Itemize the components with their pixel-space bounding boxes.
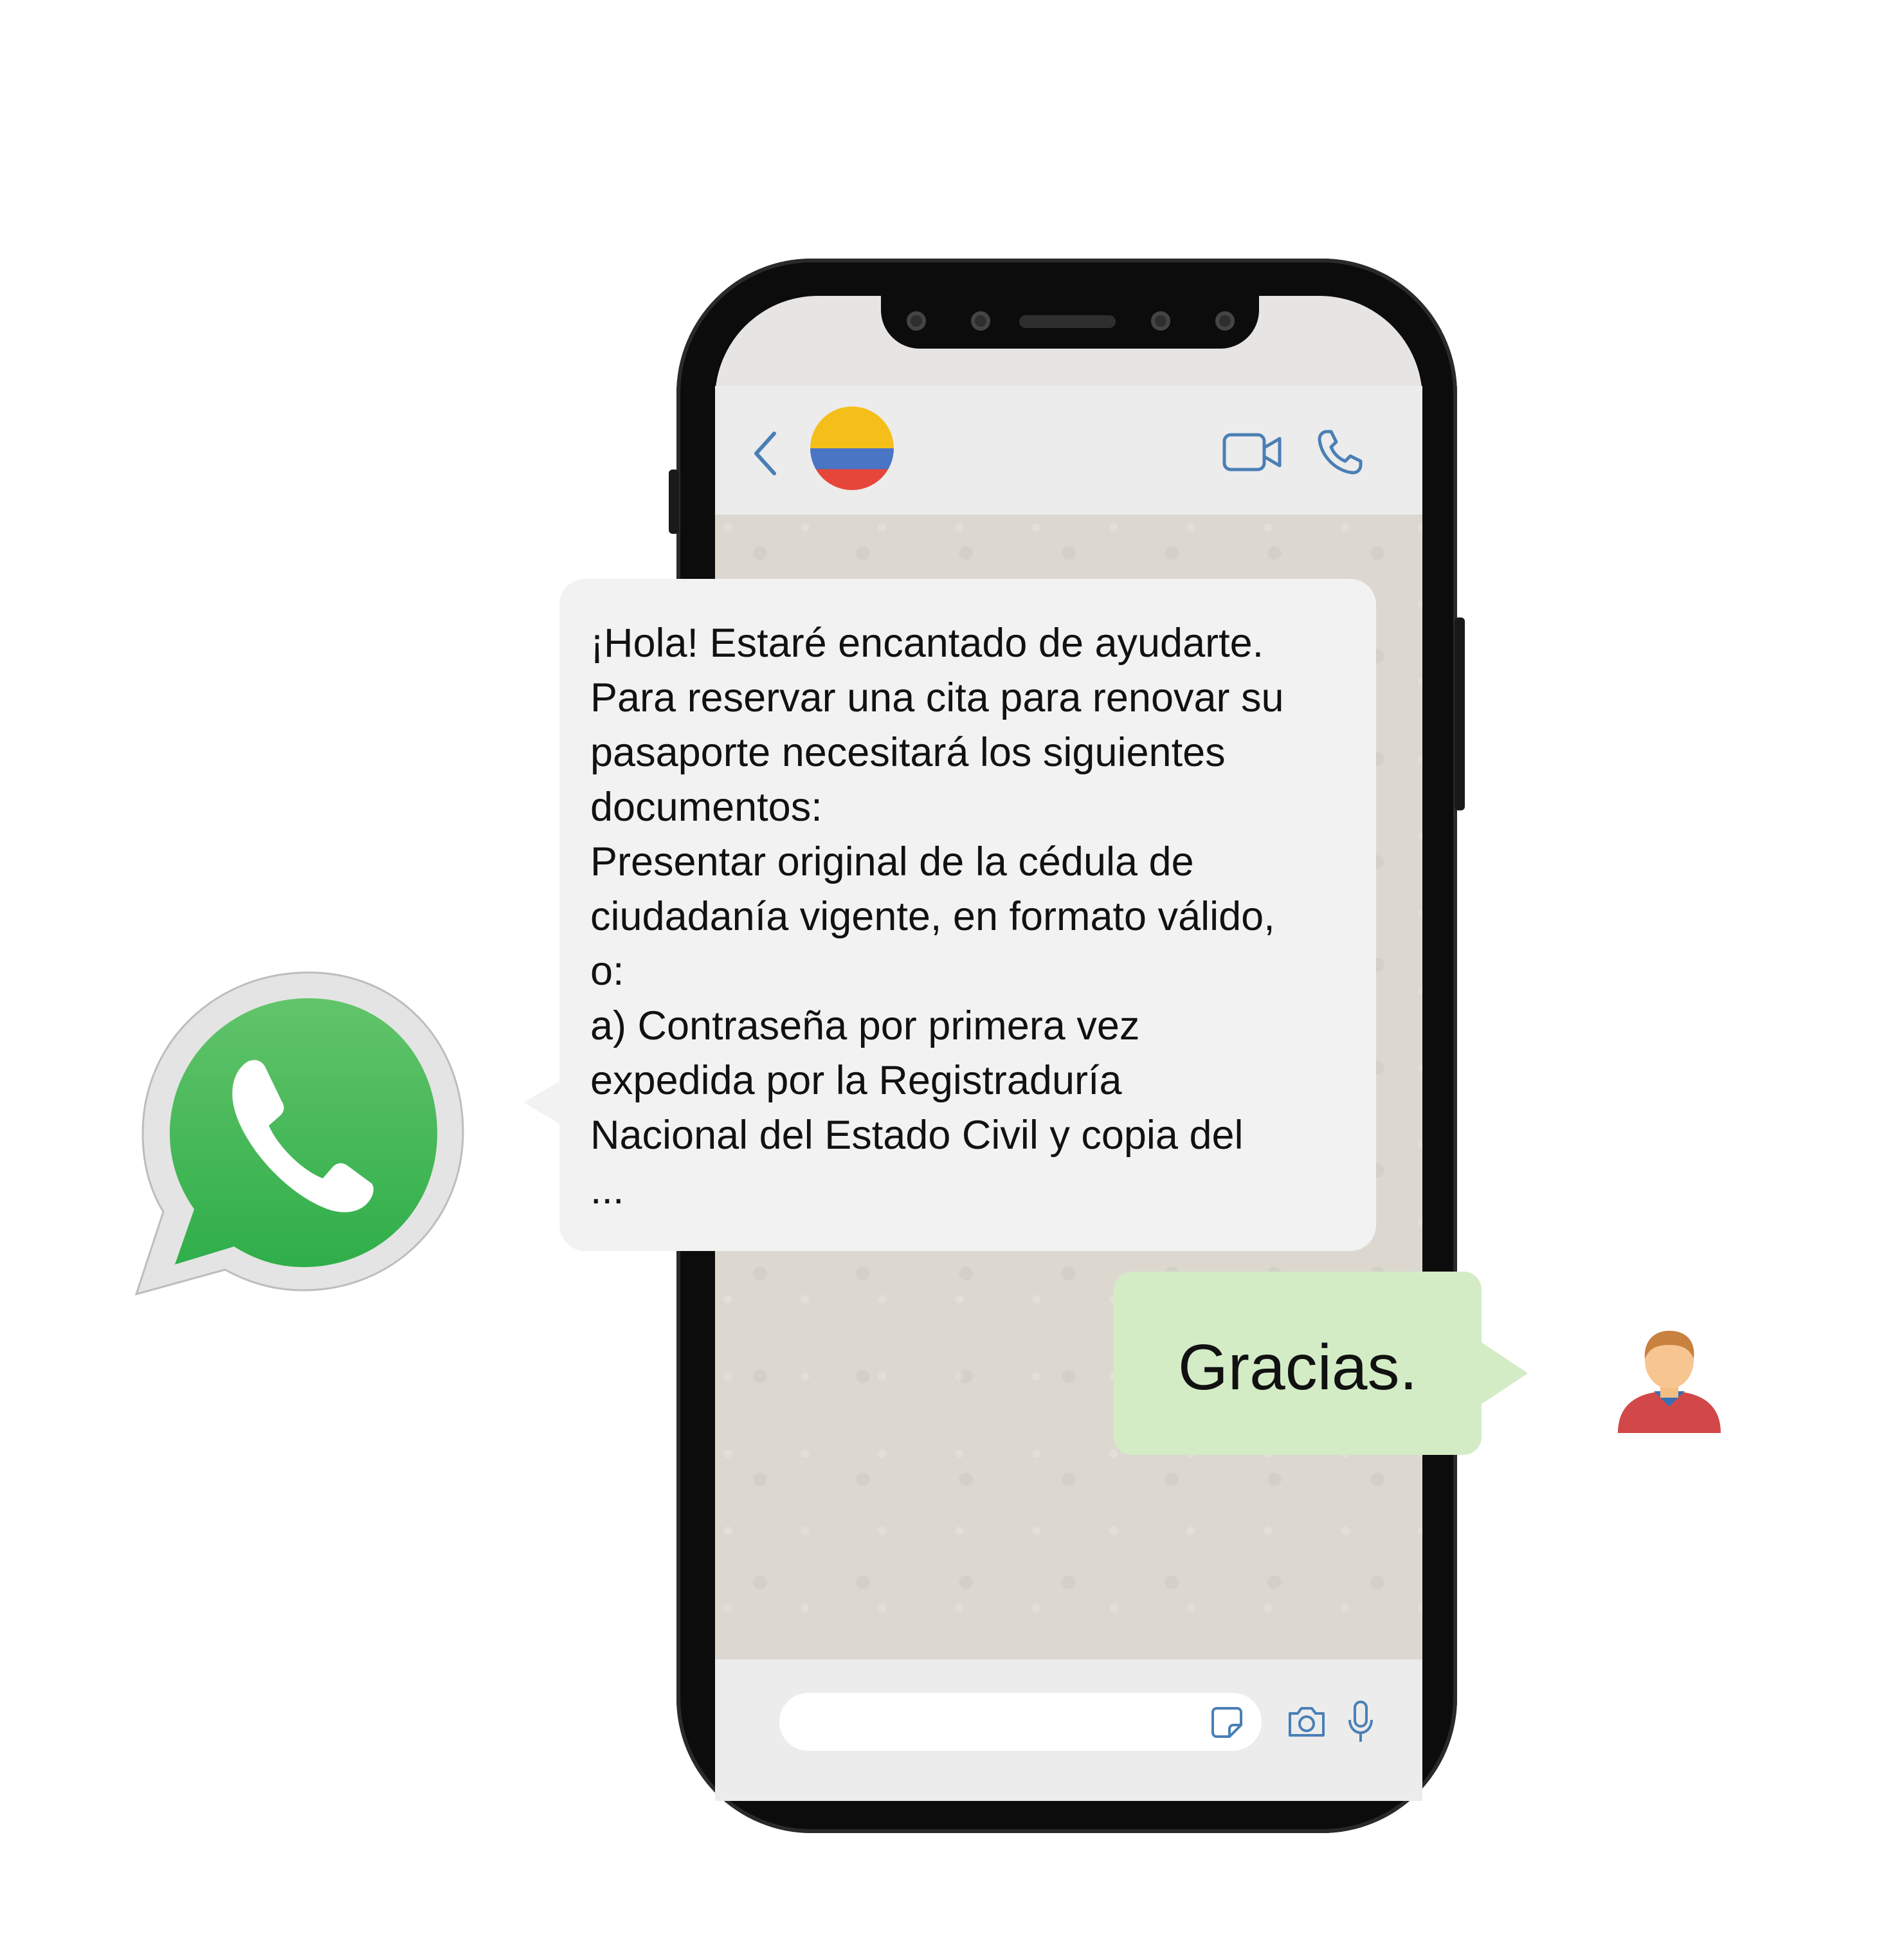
contact-avatar-flag[interactable] <box>810 406 894 490</box>
sensor <box>971 311 990 331</box>
video-camera-icon[interactable] <box>1222 431 1283 473</box>
camera-icon[interactable] <box>1286 1704 1327 1739</box>
message-input[interactable] <box>779 1693 1262 1751</box>
sticker-icon[interactable] <box>1210 1706 1244 1739</box>
bubble-tail <box>1482 1342 1528 1404</box>
message-line: expedida por la Registraduría <box>590 1058 1122 1103</box>
message-line: pasaporte necesitará los siguientes <box>590 730 1226 775</box>
sensor <box>1151 311 1170 331</box>
outgoing-message-text: Gracias. <box>1178 1331 1418 1403</box>
message-line: ciudadanía vigente, en formato válido, <box>590 894 1275 939</box>
message-line: ... <box>590 1167 624 1212</box>
phone-side-button-left <box>669 470 679 534</box>
message-line: Para reservar una cita para renovar su <box>590 675 1284 720</box>
message-line: Presentar original de la cédula de <box>590 839 1194 884</box>
outgoing-message-bubble: Gracias. <box>1114 1272 1528 1455</box>
bubble-tail <box>523 1081 561 1124</box>
message-line: documentos: <box>590 785 822 830</box>
message-line: ¡Hola! Estaré encantado de ayudarte. <box>590 621 1264 666</box>
phone-icon[interactable] <box>1316 428 1365 477</box>
incoming-message-bubble: ¡Hola! Estaré encantado de ayudarte. Par… <box>523 579 1376 1251</box>
microphone-icon[interactable] <box>1346 1699 1375 1744</box>
phone-notch <box>881 295 1259 349</box>
chevron-left-icon[interactable] <box>751 430 779 477</box>
message-line: a) Contraseña por primera vez <box>590 1003 1140 1048</box>
message-line: o: <box>590 949 624 994</box>
user-avatar-icon <box>1618 1327 1721 1433</box>
front-camera <box>907 311 926 331</box>
whatsapp-logo-icon <box>129 965 469 1312</box>
sensor <box>1215 311 1235 331</box>
earpiece-speaker <box>1019 315 1116 328</box>
phone-side-button-right <box>1455 617 1465 810</box>
message-line: Nacional del Estado Civil y copia del <box>590 1113 1244 1158</box>
